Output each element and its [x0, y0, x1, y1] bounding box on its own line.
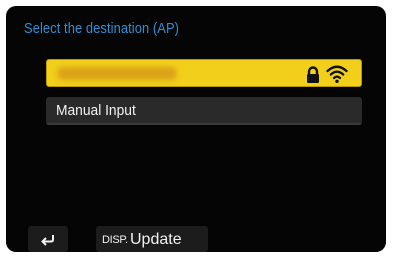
- lock-icon: [307, 66, 319, 83]
- access-point-item-selected[interactable]: [46, 59, 362, 87]
- disp-update-button[interactable]: DISP. Update: [96, 226, 208, 252]
- wifi-signal-icon: [326, 65, 348, 83]
- update-label: Update: [130, 231, 182, 248]
- manual-input-label: Manual Input: [56, 102, 136, 119]
- lcd-panel: Select the destination (AP) Manual Input: [6, 6, 386, 252]
- disp-key-label: DISP.: [102, 234, 128, 246]
- camera-screen: Select the destination (AP) Manual Input: [0, 0, 405, 256]
- page-title: Select the destination (AP): [24, 20, 180, 37]
- back-button[interactable]: [28, 226, 68, 252]
- ssid-name-blurred: [57, 67, 177, 80]
- manual-input-item[interactable]: Manual Input: [46, 97, 362, 125]
- return-arrow-icon: [41, 235, 54, 246]
